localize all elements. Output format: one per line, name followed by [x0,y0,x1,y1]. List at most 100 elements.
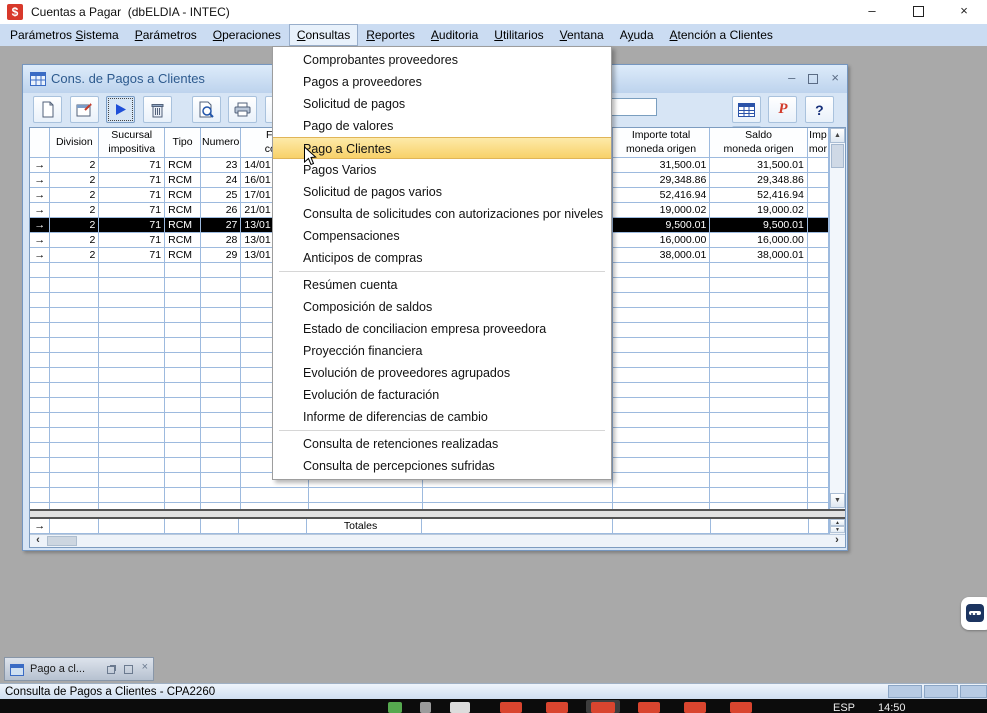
spin-up-icon[interactable]: ▲ [830,519,845,526]
grid-cell[interactable] [807,398,828,413]
grid-cell[interactable] [807,458,828,473]
grid-cell[interactable] [710,488,808,503]
grid-cell[interactable] [165,293,201,308]
menu-item-consulta-de-solicitudes-con-autorizaciones-por-niveles[interactable]: Consulta de solicitudes con autorizacion… [273,203,611,225]
grid-cell[interactable] [710,383,808,398]
menubar-item-auditoria[interactable]: Auditoria [423,24,486,46]
grid-cell[interactable] [201,263,241,278]
grid-cell[interactable]: 38,000.01 [612,248,710,263]
grid-cell[interactable] [612,398,710,413]
grid-cell[interactable] [165,443,201,458]
grid-cell[interactable]: 29,348.86 [612,173,710,188]
taskbar-icon[interactable] [500,702,522,713]
grid-cell[interactable] [807,218,828,233]
column-header-sucursal-impositiva[interactable]: Sucursal impositiva [99,128,165,158]
window-maximize-button[interactable] [895,0,941,24]
grid-cell[interactable]: 2 [50,158,99,173]
grid-cell[interactable] [50,428,99,443]
grid-cell[interactable]: RCM [165,233,201,248]
menu-item-estado-de-conciliacion-empresa-proveedora[interactable]: Estado de conciliacion empresa proveedor… [273,318,611,340]
menubar-item-consultas[interactable]: Consultas [289,24,358,46]
grid-cell[interactable] [165,473,201,488]
grid-cell[interactable] [807,353,828,368]
minimized-window-pago[interactable]: Pago a cl... × [4,657,154,681]
window-minimize-button[interactable]: – [849,0,895,24]
grid-cell[interactable] [165,413,201,428]
grid-cell[interactable] [99,428,165,443]
column-header-numero[interactable]: Numero [201,128,241,158]
grid-cell[interactable] [710,353,808,368]
menubar-item-reportes[interactable]: Reportes [358,24,423,46]
grid-cell[interactable] [50,458,99,473]
column-header-blank[interactable] [30,128,50,158]
grid-cell[interactable]: RCM [165,188,201,203]
grid-cell[interactable]: 2 [50,173,99,188]
grid-cell[interactable] [612,458,710,473]
child-minimize-button[interactable]: – [788,69,795,89]
grid-cell[interactable]: 9,500.01 [612,218,710,233]
grid-cell[interactable]: 16,000.00 [710,233,808,248]
grid-cell[interactable]: RCM [165,218,201,233]
menu-item-solicitud-de-pagos[interactable]: Solicitud de pagos [273,93,611,115]
grid-cell[interactable]: 16,000.00 [612,233,710,248]
grid-cell[interactable]: 71 [99,203,165,218]
grid-cell[interactable] [165,323,201,338]
grid-cell[interactable] [99,308,165,323]
grid-cell[interactable] [309,488,423,503]
print-button[interactable] [228,96,257,123]
grid-cell[interactable] [201,398,241,413]
vertical-scrollbar[interactable]: ▲ ▼ [829,128,845,509]
spin-down-icon[interactable]: ▼ [830,526,845,533]
mini-restore-button[interactable] [107,661,115,677]
grid-cell[interactable] [201,383,241,398]
grid-cell[interactable] [201,323,241,338]
grid-cell[interactable] [30,353,50,368]
grid-cell[interactable] [612,278,710,293]
grid-cell[interactable]: 2 [50,248,99,263]
row-selector-arrow[interactable]: → [30,233,50,248]
grid-cell[interactable] [30,278,50,293]
grid-cell[interactable]: 24 [201,173,241,188]
grid-cell[interactable] [612,293,710,308]
grid-cell[interactable]: 29,348.86 [710,173,808,188]
grid-cell[interactable] [50,398,99,413]
grid-cell[interactable] [99,443,165,458]
grid-cell[interactable] [165,368,201,383]
grid-cell[interactable] [50,323,99,338]
grid-cell[interactable] [99,353,165,368]
menu-item-pago-a-clientes[interactable]: Pago a Clientes [273,137,611,159]
grid-cell[interactable] [807,368,828,383]
grid-cell[interactable] [165,353,201,368]
row-selector-arrow[interactable]: → [30,203,50,218]
grid-cell[interactable]: 2 [50,233,99,248]
grid-cell[interactable] [612,368,710,383]
row-selector-arrow[interactable]: → [30,218,50,233]
taskbar-clock[interactable]: 14:50 [878,702,906,713]
grid-cell[interactable] [807,188,828,203]
grid-cell[interactable] [165,263,201,278]
taskbar-language[interactable]: ESP [833,702,855,713]
grid-cell[interactable] [807,428,828,443]
grid-cell[interactable] [807,203,828,218]
grid-cell[interactable] [30,413,50,428]
grid-cell[interactable] [612,323,710,338]
grid-cell[interactable] [50,488,99,503]
grid-cell[interactable] [807,263,828,278]
grid-cell[interactable] [807,293,828,308]
grid-cell[interactable] [99,458,165,473]
grid-cell[interactable] [612,443,710,458]
grid-cell[interactable]: RCM [165,158,201,173]
menu-item-consulta-de-percepciones-sufridas[interactable]: Consulta de percepciones sufridas [273,455,611,477]
grid-cell[interactable] [30,458,50,473]
menu-item-anticipos-de-compras[interactable]: Anticipos de compras [273,247,611,269]
grid-cell[interactable] [165,278,201,293]
menubar-item-ayuda[interactable]: Ayuda [612,24,662,46]
menu-item-pago-de-valores[interactable]: Pago de valores [273,115,611,137]
grid-cell[interactable] [807,338,828,353]
grid-cell[interactable] [201,413,241,428]
grid-cell[interactable] [612,308,710,323]
grid-cell[interactable]: 27 [201,218,241,233]
grid-cell[interactable] [165,308,201,323]
grid-cell[interactable] [807,278,828,293]
grid-cell[interactable] [612,263,710,278]
